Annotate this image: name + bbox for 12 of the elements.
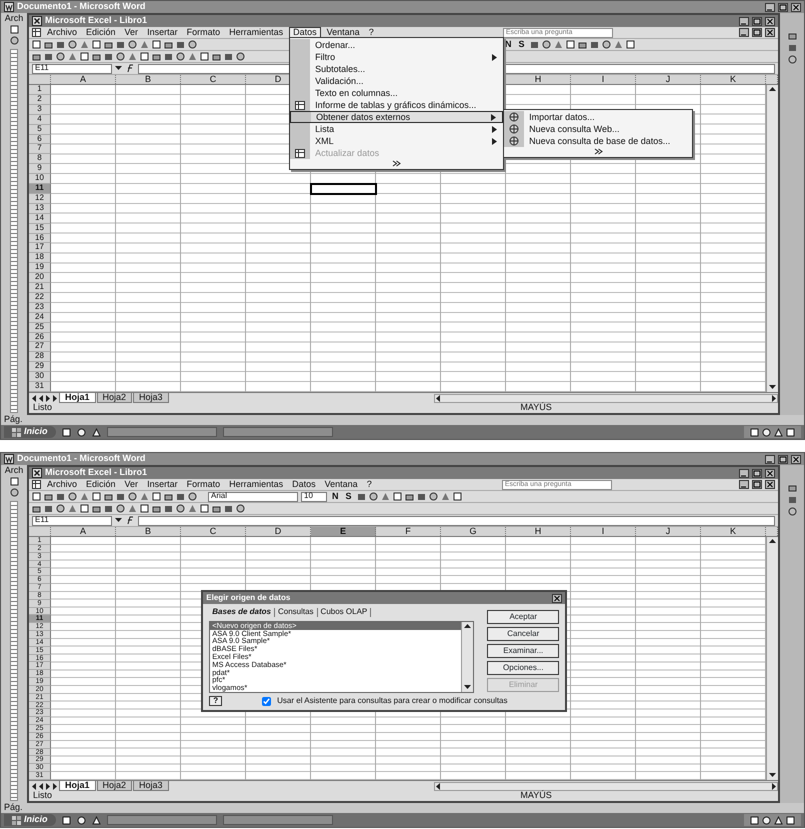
window-title: Microsoft Excel - Libro1 xyxy=(45,16,148,26)
caps-lock-indicator: MAYÚS xyxy=(520,791,552,801)
dialog-title: Elegir origen de datos xyxy=(206,594,290,603)
checkbox-label: Usar el Asistente para consultas para crear o modificar consultas xyxy=(277,696,508,706)
window-title: Documento1 - Microsoft Word xyxy=(17,2,146,12)
status-text: Listo xyxy=(33,791,52,801)
status-text: Listo xyxy=(33,403,52,413)
window-title: Microsoft Excel - Libro1 xyxy=(45,468,148,478)
page-indicator: Pág. xyxy=(4,803,23,813)
caps-lock-indicator: MAYÚS xyxy=(520,403,552,413)
page-indicator: Pág. xyxy=(4,415,23,425)
window-title: Documento1 - Microsoft Word xyxy=(17,454,146,464)
